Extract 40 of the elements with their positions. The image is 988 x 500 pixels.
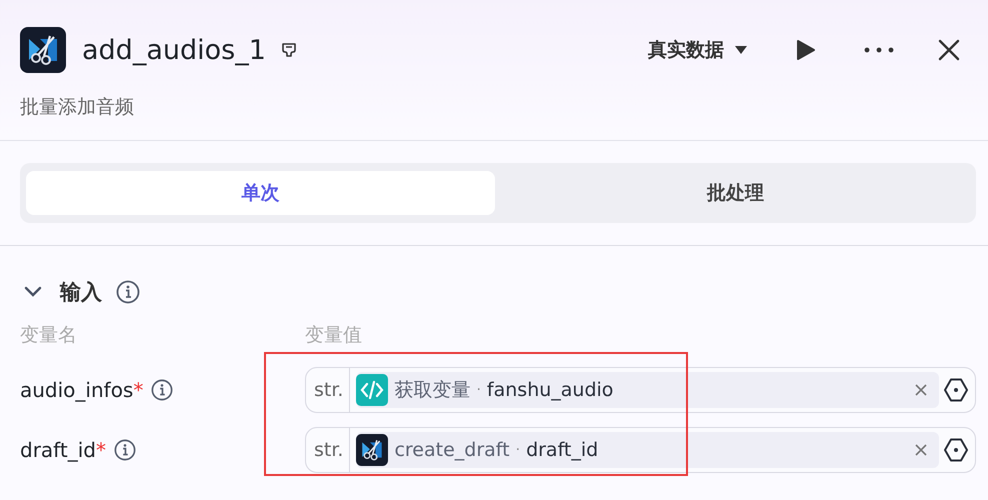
mask-icon <box>280 41 298 59</box>
required-mark: * <box>133 378 144 402</box>
hexagon-icon[interactable] <box>943 437 969 463</box>
value-field[interactable]: str. create_draft · draft_id <box>305 427 976 473</box>
column-header: 变量值 <box>305 323 363 348</box>
parameter-name: audio_infos <box>20 378 134 402</box>
required-mark: * <box>96 438 106 462</box>
source-name: 获取变量 <box>394 378 470 403</box>
close-icon[interactable] <box>938 39 960 61</box>
clear-icon[interactable] <box>915 384 927 396</box>
type-label: str. <box>306 368 350 412</box>
more-icon[interactable] <box>864 47 894 53</box>
app-logo-icon <box>356 434 388 466</box>
info-icon[interactable] <box>116 280 140 304</box>
separator: · <box>516 442 520 458</box>
node-description: 批量添加音频 <box>20 95 135 120</box>
hexagon-icon[interactable] <box>943 377 969 403</box>
value-field[interactable]: str. 获取变量 · fanshu_audio <box>305 367 976 413</box>
chevron-icon[interactable] <box>24 286 42 298</box>
mode-tab[interactable]: 单次 <box>26 171 495 215</box>
variable-name: fanshu_audio <box>486 379 614 401</box>
separator: · <box>476 382 481 398</box>
data-mode-dropdown[interactable]: 真实数据 <box>648 37 748 63</box>
variable-name: draft_id <box>526 439 598 461</box>
column-header: 变量名 <box>20 323 78 348</box>
section-title: 输入 <box>60 279 102 306</box>
variable-chip[interactable]: create_draft · draft_id <box>356 432 939 468</box>
parameter-name: draft_id <box>20 438 96 462</box>
variable-chip[interactable]: 获取变量 · fanshu_audio <box>356 372 939 408</box>
mode-tab[interactable]: 批处理 <box>501 171 970 215</box>
node-title: add_audios_1 <box>82 34 266 66</box>
play-icon[interactable] <box>796 39 816 61</box>
clear-icon[interactable] <box>915 444 927 456</box>
type-label: str. <box>306 428 350 472</box>
caret-icon <box>734 45 748 55</box>
code-icon <box>356 374 388 406</box>
app-logo-icon <box>20 27 66 73</box>
info-icon[interactable] <box>114 439 136 461</box>
info-icon[interactable] <box>151 379 174 401</box>
source-name: create_draft <box>394 439 510 461</box>
